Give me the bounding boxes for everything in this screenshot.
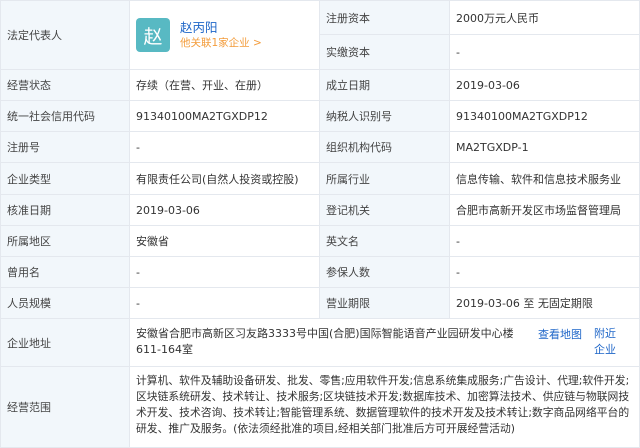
status-label-text: 经营状态 bbox=[7, 79, 51, 92]
taxpayer-id-value: 91340100MA2TGXDP12 bbox=[450, 101, 640, 132]
paid-capital-label: 实缴资本 bbox=[320, 35, 450, 70]
industry-value: 信息传输、软件和信息技术服务业 bbox=[450, 163, 640, 195]
scope-label-text: 经营范围 bbox=[7, 401, 51, 414]
est-date-value-text: 2019-03-06 bbox=[456, 78, 520, 92]
credit-code-label-text: 统一社会信用代码 bbox=[7, 110, 95, 123]
scope-label: 经营范围 bbox=[0, 367, 130, 448]
insured-value: - bbox=[450, 257, 640, 288]
org-code-label-text: 组织机构代码 bbox=[326, 141, 392, 154]
status-value: 存续（在营、开业、在册） bbox=[130, 70, 320, 101]
taxpayer-id-label-text: 纳税人识别号 bbox=[326, 110, 392, 123]
industry-label-text: 所属行业 bbox=[326, 172, 370, 186]
reg-no-value-text: - bbox=[136, 140, 140, 154]
reg-capital-value-text: 2000万元人民币 bbox=[456, 11, 539, 25]
est-date-value: 2019-03-06 bbox=[450, 70, 640, 101]
company-info-table: 法定代表人 赵 赵丙阳 他关联1家企业 > 注册资本 2000万元人民币 实缴资… bbox=[0, 0, 640, 448]
scope-value: 计算机、软件及辅助设备研发、批发、零售;应用软件开发;信息系统集成服务;广告设计… bbox=[136, 374, 630, 435]
legal-rep-info: 赵丙阳 他关联1家企业 > bbox=[180, 20, 262, 51]
paid-capital-value: - bbox=[450, 35, 640, 70]
former-name-label: 曾用名 bbox=[0, 257, 130, 288]
credit-code-label: 统一社会信用代码 bbox=[0, 101, 130, 132]
authority-label-text: 登记机关 bbox=[326, 204, 370, 217]
term-value-text: 2019-03-06 至 无固定期限 bbox=[456, 297, 593, 310]
org-code-label: 组织机构代码 bbox=[320, 132, 450, 163]
address-label-text: 企业地址 bbox=[7, 336, 51, 350]
nearby-companies-link[interactable]: 附近企业 bbox=[594, 326, 626, 358]
staff-size-value: - bbox=[130, 288, 320, 319]
company-type-label-text: 企业类型 bbox=[7, 172, 51, 186]
org-code-value: MA2TGXDP-1 bbox=[450, 132, 640, 163]
former-name-value-text: - bbox=[136, 265, 140, 279]
taxpayer-id-label: 纳税人识别号 bbox=[320, 101, 450, 132]
insured-value-text: - bbox=[456, 265, 460, 279]
legal-rep-name-link[interactable]: 赵丙阳 bbox=[180, 20, 262, 36]
address-value: 安徽省合肥市高新区习友路3333号中国(合肥)国际智能语音产业园研发中心楼611… bbox=[136, 327, 514, 356]
industry-value-text: 信息传输、软件和信息技术服务业 bbox=[456, 172, 621, 186]
region-value: 安徽省 bbox=[130, 226, 320, 257]
legal-rep-label: 法定代表人 bbox=[0, 0, 130, 70]
approve-date-value-text: 2019-03-06 bbox=[136, 203, 200, 217]
legal-rep-label-text: 法定代表人 bbox=[7, 29, 62, 42]
paid-capital-value-text: - bbox=[456, 45, 460, 59]
approve-date-label: 核准日期 bbox=[0, 195, 130, 226]
term-value: 2019-03-06 至 无固定期限 bbox=[450, 288, 640, 319]
former-name-label-text: 曾用名 bbox=[7, 266, 40, 279]
approve-date-value: 2019-03-06 bbox=[130, 195, 320, 226]
address-cell: 安徽省合肥市高新区习友路3333号中国(合肥)国际智能语音产业园研发中心楼611… bbox=[130, 319, 640, 367]
status-value-text: 存续（在营、开业、在册） bbox=[136, 79, 268, 92]
address-label: 企业地址 bbox=[0, 319, 130, 367]
reg-no-label-text: 注册号 bbox=[7, 141, 40, 154]
reg-capital-value: 2000万元人民币 bbox=[450, 0, 640, 35]
legal-rep-cell: 赵 赵丙阳 他关联1家企业 > bbox=[130, 0, 320, 70]
scope-cell: 计算机、软件及辅助设备研发、批发、零售;应用软件开发;信息系统集成服务;广告设计… bbox=[130, 367, 640, 448]
authority-value: 合肥市高新开发区市场监督管理局 bbox=[450, 195, 640, 226]
former-name-value: - bbox=[130, 257, 320, 288]
english-name-label: 英文名 bbox=[320, 226, 450, 257]
english-name-value-text: - bbox=[456, 234, 460, 248]
authority-label: 登记机关 bbox=[320, 195, 450, 226]
reg-no-label: 注册号 bbox=[0, 132, 130, 163]
term-label-text: 营业期限 bbox=[326, 297, 370, 310]
reg-capital-label: 注册资本 bbox=[320, 0, 450, 35]
org-code-value-text: MA2TGXDP-1 bbox=[456, 140, 529, 154]
company-type-value-text: 有限责任公司(自然人投资或控股) bbox=[136, 172, 299, 186]
staff-size-label-text: 人员规模 bbox=[7, 297, 51, 310]
region-value-text: 安徽省 bbox=[136, 235, 169, 248]
taxpayer-id-value-text: 91340100MA2TGXDP12 bbox=[456, 109, 588, 123]
english-name-label-text: 英文名 bbox=[326, 235, 359, 248]
legal-rep-avatar: 赵 bbox=[136, 18, 170, 52]
region-label-text: 所属地区 bbox=[7, 235, 51, 248]
view-map-link[interactable]: 查看地图 bbox=[538, 326, 582, 342]
related-companies-link[interactable]: 他关联1家企业 > bbox=[180, 36, 262, 51]
staff-size-label: 人员规模 bbox=[0, 288, 130, 319]
paid-capital-label-text: 实缴资本 bbox=[326, 46, 370, 59]
reg-no-value: - bbox=[130, 132, 320, 163]
english-name-value: - bbox=[450, 226, 640, 257]
staff-size-value-text: - bbox=[136, 296, 140, 310]
est-date-label-text: 成立日期 bbox=[326, 79, 370, 92]
region-label: 所属地区 bbox=[0, 226, 130, 257]
company-type-value: 有限责任公司(自然人投资或控股) bbox=[130, 163, 320, 195]
reg-capital-label-text: 注册资本 bbox=[326, 11, 370, 25]
term-label: 营业期限 bbox=[320, 288, 450, 319]
company-type-label: 企业类型 bbox=[0, 163, 130, 195]
insured-label-text: 参保人数 bbox=[326, 266, 370, 279]
approve-date-label-text: 核准日期 bbox=[7, 204, 51, 217]
credit-code-value-text: 91340100MA2TGXDP12 bbox=[136, 109, 268, 123]
industry-label: 所属行业 bbox=[320, 163, 450, 195]
authority-value-text: 合肥市高新开发区市场监督管理局 bbox=[456, 204, 621, 217]
insured-label: 参保人数 bbox=[320, 257, 450, 288]
est-date-label: 成立日期 bbox=[320, 70, 450, 101]
status-label: 经营状态 bbox=[0, 70, 130, 101]
credit-code-value: 91340100MA2TGXDP12 bbox=[130, 101, 320, 132]
